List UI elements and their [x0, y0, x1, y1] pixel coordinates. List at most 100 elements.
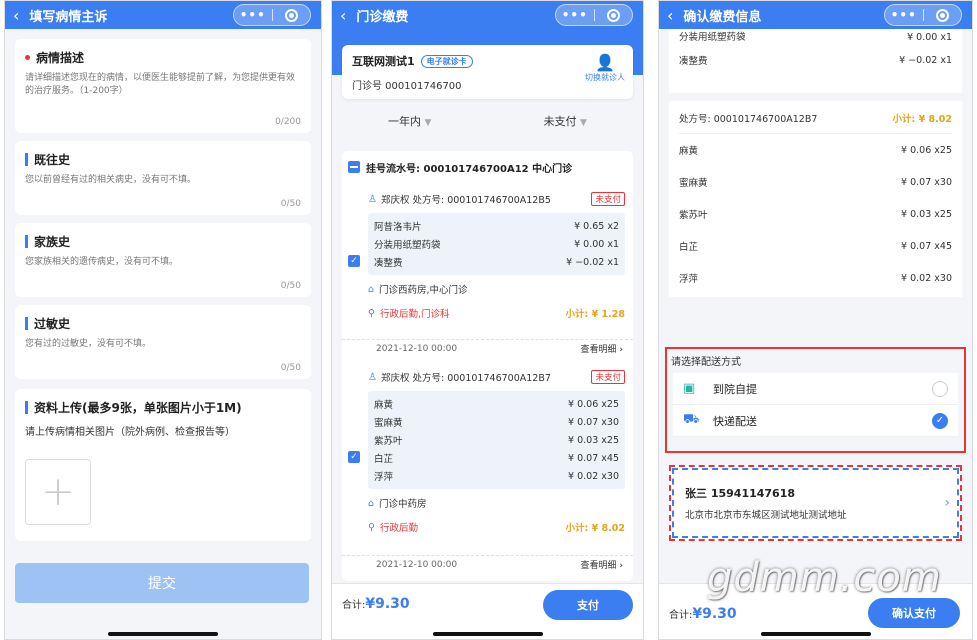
- status-filter[interactable]: 未支付 ▼: [488, 113, 644, 141]
- med-price: ¥ 0.00 x1: [574, 238, 619, 250]
- add-image-icon[interactable]: +: [25, 459, 91, 525]
- recipient: 张三 15941147618: [685, 487, 796, 500]
- view-details-label: 查看明细: [580, 561, 617, 571]
- med-price: ¥ 0.00 x1: [907, 32, 952, 43]
- close-capsule-icon[interactable]: [924, 8, 962, 22]
- med-name: 麻黄: [679, 146, 699, 157]
- view-details-link[interactable]: 查看明细 ›: [581, 342, 623, 355]
- med-name: 浮萍: [374, 472, 394, 483]
- card-tag: 电子就诊卡: [420, 54, 473, 68]
- prescription-list: 挂号流水号: 000101746700A12 中心门诊 ✓ ♙ 郑庆权 处方号: …: [342, 151, 633, 581]
- chevron-right-icon: ›: [944, 495, 950, 511]
- patient-number: 门诊号 000101746700: [352, 81, 462, 92]
- section-allergy[interactable]: 过敏史 您有过的过敏史，没有可不填。 0/50: [15, 305, 311, 379]
- address-card[interactable]: 张三 15941147618 北京市北京市东城区测试地址测试地址 ›: [669, 465, 962, 541]
- submit-button[interactable]: 提交: [15, 563, 309, 603]
- filter-bar: 一年内 ▼ 未支付 ▼: [332, 113, 643, 141]
- med-price: ¥ 0.07 x30: [901, 176, 952, 188]
- register-number: 挂号流水号: 000101746700A12 中心门诊: [366, 163, 573, 175]
- med-name: 紫苏叶: [679, 210, 708, 221]
- back-icon[interactable]: ‹: [13, 6, 19, 25]
- section-bar: [25, 153, 28, 166]
- section-placeholder[interactable]: 您家族相关的遗传病史，没有可不填。: [25, 256, 301, 269]
- med-name: 阿昔洛韦片: [374, 222, 422, 233]
- page-title: 确认缴费信息: [683, 9, 762, 25]
- med-name: 分装用纸塑药袋: [374, 240, 441, 251]
- section-illness[interactable]: 病情描述 请详细描述您现在的病情，以便医生能够提前了解，为您提供更有效的治疗服务…: [15, 39, 311, 133]
- option-pickup[interactable]: ▣ 到院自提: [673, 373, 958, 405]
- page-title: 填写病情主诉: [29, 9, 108, 25]
- prescription-item: ♙ 郑庆权 处方号: 000101746700A12B5 未支付 阿昔洛韦片 ¥ 0.…: [368, 189, 625, 323]
- user-switch-icon: 👤: [595, 53, 615, 72]
- section-placeholder[interactable]: 您有过的过敏史，没有可不填。: [25, 338, 301, 351]
- prescription-number: 郑庆权 处方号: 000101746700A12B7: [380, 373, 551, 384]
- back-icon[interactable]: ‹: [340, 6, 346, 25]
- address-line: 北京市北京市东城区测试地址测试地址: [685, 510, 847, 521]
- subtotal: 小计: ¥ 1.28: [565, 309, 625, 320]
- section-upload: 资料上传(最多9张，单张图片小于1M) 请上传病情相关图片（院外病例、检查报告等…: [15, 389, 311, 541]
- section-placeholder[interactable]: 请详细描述您现在的病情，以便医生能够提前了解，为您提供更有效的治疗服务。（1-2…: [25, 72, 301, 98]
- pay-button[interactable]: 支付: [543, 590, 633, 620]
- truck-icon: ⛟: [683, 412, 700, 427]
- home-icon: ⌂: [368, 497, 375, 509]
- radio-unchecked-icon[interactable]: [932, 380, 948, 397]
- screen-complaint: ‹ 填写病情主诉 ••• 病情描述 请详细描述您现在的病情，以便医生能够提前了解…: [4, 0, 322, 640]
- med-name: 紫苏叶: [374, 436, 403, 447]
- med-price: ¥ −0.02 x1: [899, 54, 952, 66]
- back-icon[interactable]: ‹: [667, 6, 673, 25]
- med-price: ¥ 0.03 x25: [568, 434, 619, 446]
- switch-patient-button[interactable]: 👤 切换就诊人: [585, 53, 625, 83]
- collapse-checkbox-icon[interactable]: [348, 161, 360, 173]
- period-filter[interactable]: 一年内 ▼: [332, 113, 488, 141]
- more-icon[interactable]: •••: [234, 8, 272, 22]
- med-list: 阿昔洛韦片 ¥ 0.65 x2 分装用纸塑药袋 ¥ 0.00 x1 凑整费 ¥ −0.…: [368, 213, 625, 275]
- subtotal: 小计: ¥ 8.02: [565, 523, 625, 534]
- prescription-checkbox[interactable]: ✓: [348, 255, 360, 267]
- section-family[interactable]: 家族史 您家族相关的遗传病史，没有可不填。 0/50: [15, 223, 311, 297]
- more-icon[interactable]: •••: [885, 8, 923, 22]
- section-title: 家族史: [34, 235, 71, 249]
- med-name: 白芷: [679, 242, 699, 253]
- location-icon: ⚲: [368, 307, 375, 319]
- department: 行政后勤,门诊科: [379, 309, 450, 320]
- prescription-number: 处方号: 000101746700A12B7: [679, 114, 818, 125]
- nav-bar: ‹ 门诊缴费 •••: [332, 1, 643, 29]
- patient-card: 互联网测试1 电子就诊卡 门诊号 000101746700 👤 切换就诊人: [342, 45, 633, 99]
- section-title: 过敏史: [34, 317, 71, 331]
- med-price: ¥ 0.02 x30: [901, 272, 952, 284]
- prescription-footer: 2021-12-10 00:00 查看明细 ›: [342, 339, 633, 357]
- prescription-item: ♙ 郑庆权 处方号: 000101746700A12B7 未支付 麻黄 ¥ 0.06 …: [368, 367, 625, 537]
- prescription-checkbox[interactable]: ✓: [348, 451, 360, 463]
- upload-hint: 请上传病情相关图片（院外病例、检查报告等）: [25, 427, 235, 438]
- required-dot-icon: [25, 55, 30, 60]
- location-icon: ⚲: [368, 521, 375, 533]
- close-capsule-icon[interactable]: [273, 8, 311, 22]
- period-label: 一年内: [388, 115, 422, 128]
- pickup-icon: ▣: [683, 381, 696, 396]
- char-count: 0/50: [280, 281, 301, 291]
- more-icon[interactable]: •••: [556, 8, 594, 22]
- section-placeholder[interactable]: 您以前曾经有过的相关病史，没有可不填。: [25, 174, 301, 187]
- section-title: 既往史: [34, 153, 71, 167]
- confirm-pay-button[interactable]: 确认支付: [868, 598, 960, 628]
- med-price: ¥ 0.07 x45: [568, 452, 619, 464]
- option-label: 到院自提: [713, 382, 757, 396]
- med-price: ¥ 0.07 x30: [568, 416, 619, 428]
- section-bar: [25, 317, 28, 330]
- char-count: 0/50: [280, 199, 301, 209]
- pharmacy: 门诊中药房: [379, 499, 427, 510]
- option-express[interactable]: ⛟ 快递配送 ✓: [673, 405, 958, 437]
- med-name: 浮萍: [679, 274, 699, 285]
- med-price: ¥ 0.03 x25: [901, 208, 952, 220]
- subtotal: 小计: ¥ 8.02: [892, 114, 952, 125]
- radio-checked-icon[interactable]: ✓: [932, 412, 948, 429]
- mini-program-capsule: •••: [233, 4, 311, 26]
- section-title: 资料上传(最多9张，单张图片小于1M): [34, 401, 242, 415]
- view-details-link[interactable]: 查看明细 ›: [581, 558, 623, 571]
- section-title: 病情描述: [36, 51, 85, 65]
- delivery-section: 请选择配送方式 ▣ 到院自提 ⛟ 快递配送 ✓: [665, 347, 966, 453]
- section-history[interactable]: 既往史 您以前曾经有过的相关病史，没有可不填。 0/50: [15, 141, 311, 215]
- close-capsule-icon[interactable]: [595, 8, 633, 22]
- section-bar: [25, 401, 28, 414]
- char-count: 0/200: [275, 117, 301, 127]
